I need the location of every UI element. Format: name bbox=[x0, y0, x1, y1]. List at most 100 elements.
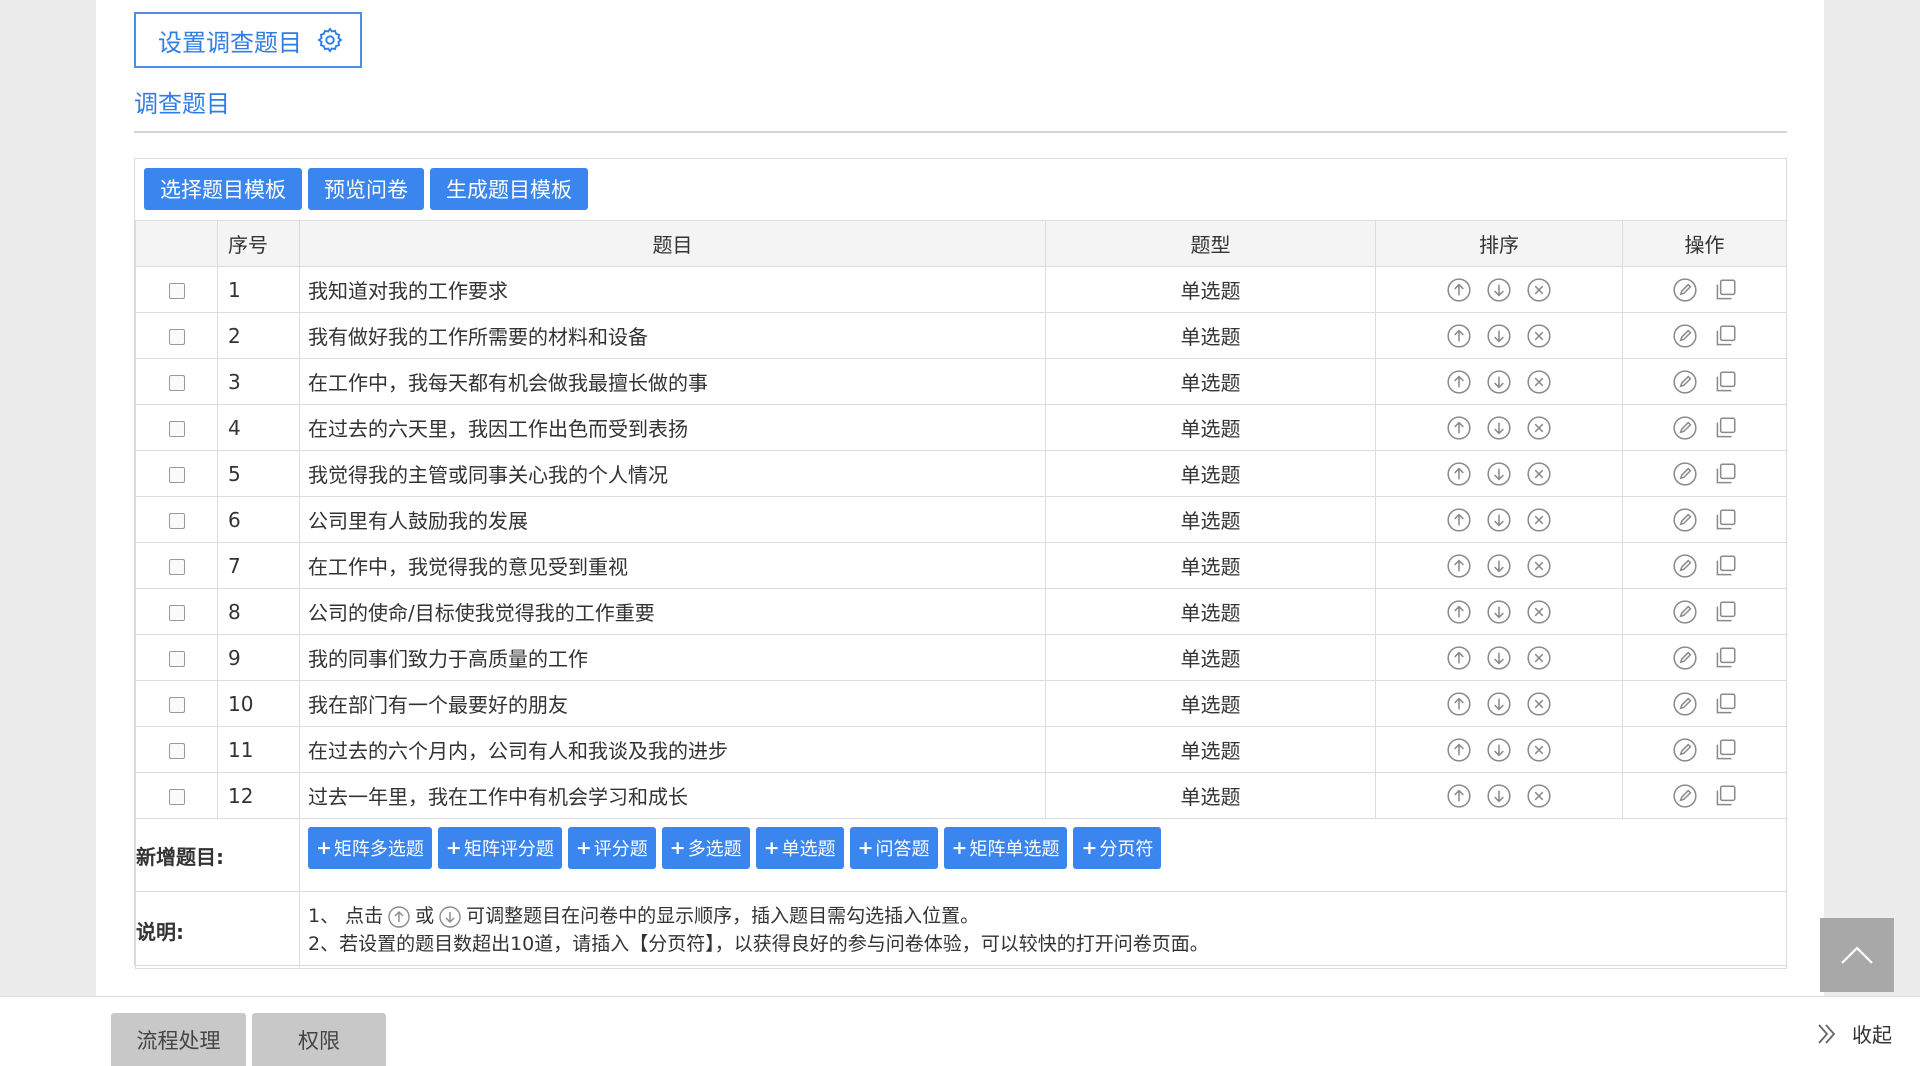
preview-button[interactable]: 预览问卷 bbox=[308, 168, 424, 210]
close-circle-icon[interactable] bbox=[1526, 691, 1552, 717]
row-checkbox[interactable] bbox=[168, 329, 185, 345]
copy-icon[interactable] bbox=[1712, 507, 1738, 533]
edit-icon[interactable] bbox=[1672, 737, 1698, 763]
arrow-up-circle-icon[interactable] bbox=[1446, 277, 1472, 303]
arrow-up-circle-icon[interactable] bbox=[1446, 323, 1472, 349]
arrow-up-circle-icon[interactable] bbox=[1446, 783, 1472, 809]
edit-icon[interactable] bbox=[1672, 783, 1698, 809]
arrow-up-circle-icon[interactable] bbox=[1446, 599, 1472, 625]
edit-icon[interactable] bbox=[1672, 415, 1698, 441]
copy-icon[interactable] bbox=[1712, 277, 1738, 303]
arrow-down-circle-icon[interactable] bbox=[1486, 507, 1512, 533]
close-circle-icon[interactable] bbox=[1526, 461, 1552, 487]
add-question-button[interactable]: + 评分题 bbox=[567, 827, 656, 869]
arrow-down-circle-icon[interactable] bbox=[1486, 369, 1512, 395]
select-template-button[interactable]: 选择题目模板 bbox=[144, 168, 302, 210]
row-checkbox[interactable] bbox=[168, 789, 185, 805]
notes-text: 1、 点击 或 可调整题目在问卷中的显示顺序，插入题目需勾选插入位置。 2、若设置的… bbox=[299, 891, 1787, 969]
row-sort-actions bbox=[1375, 358, 1623, 405]
row-checkbox[interactable] bbox=[168, 513, 185, 529]
edit-icon[interactable] bbox=[1672, 691, 1698, 717]
arrow-down-circle-icon[interactable] bbox=[1486, 783, 1512, 809]
row-question: 在工作中，我觉得我的意见受到重视 bbox=[299, 542, 1046, 589]
set-questions-button[interactable]: 设置调查题目 bbox=[134, 12, 362, 68]
arrow-down-circle-icon[interactable] bbox=[1486, 599, 1512, 625]
close-circle-icon[interactable] bbox=[1526, 737, 1552, 763]
add-question-button[interactable]: + 矩阵多选题 bbox=[308, 827, 432, 869]
close-circle-icon[interactable] bbox=[1526, 369, 1552, 395]
close-circle-icon[interactable] bbox=[1526, 553, 1552, 579]
copy-icon[interactable] bbox=[1712, 645, 1738, 671]
row-checkbox[interactable] bbox=[168, 375, 185, 391]
arrow-down-circle-icon[interactable] bbox=[1486, 415, 1512, 441]
arrow-down-circle-icon[interactable] bbox=[1486, 553, 1512, 579]
row-checkbox[interactable] bbox=[168, 559, 185, 575]
copy-icon[interactable] bbox=[1712, 553, 1738, 579]
row-checkbox[interactable] bbox=[168, 651, 185, 667]
copy-icon[interactable] bbox=[1712, 691, 1738, 717]
copy-icon[interactable] bbox=[1712, 461, 1738, 487]
close-circle-icon[interactable] bbox=[1526, 599, 1552, 625]
add-question-button[interactable]: + 问答题 bbox=[849, 827, 938, 869]
edit-icon[interactable] bbox=[1672, 323, 1698, 349]
edit-icon[interactable] bbox=[1672, 461, 1698, 487]
row-checkbox[interactable] bbox=[168, 421, 185, 437]
arrow-up-circle-icon[interactable] bbox=[1446, 553, 1472, 579]
arrow-up-circle-icon[interactable] bbox=[1446, 415, 1472, 441]
back-to-top-button[interactable] bbox=[1820, 918, 1894, 992]
add-question-button[interactable]: + 矩阵单选题 bbox=[943, 827, 1068, 869]
close-circle-icon[interactable] bbox=[1526, 415, 1552, 441]
tab-permission[interactable]: 权限 bbox=[252, 1013, 386, 1066]
add-question-button-label: 问答题 bbox=[875, 839, 930, 860]
row-checkbox[interactable] bbox=[168, 743, 185, 759]
copy-icon[interactable] bbox=[1712, 369, 1738, 395]
row-checkbox[interactable] bbox=[168, 467, 185, 483]
arrow-down-circle-icon[interactable] bbox=[1486, 691, 1512, 717]
edit-icon[interactable] bbox=[1672, 369, 1698, 395]
add-question-button[interactable]: + 单选题 bbox=[755, 827, 844, 869]
add-question-button[interactable]: + 多选题 bbox=[661, 827, 750, 869]
header-checkbox bbox=[135, 220, 218, 267]
arrow-up-circle-icon[interactable] bbox=[1446, 369, 1472, 395]
add-question-button-label: 多选题 bbox=[687, 839, 742, 860]
add-question-button[interactable]: + 矩阵评分题 bbox=[437, 827, 562, 869]
edit-icon[interactable] bbox=[1672, 599, 1698, 625]
copy-icon[interactable] bbox=[1712, 323, 1738, 349]
edit-icon[interactable] bbox=[1672, 277, 1698, 303]
row-checkbox[interactable] bbox=[168, 697, 185, 713]
copy-icon[interactable] bbox=[1712, 737, 1738, 763]
plus-icon: + bbox=[951, 837, 968, 859]
arrow-up-circle-icon[interactable] bbox=[1446, 691, 1472, 717]
arrow-down-circle-icon bbox=[439, 905, 461, 928]
row-question: 公司的使命/目标使我觉得我的工作重要 bbox=[299, 588, 1046, 635]
copy-icon[interactable] bbox=[1712, 599, 1738, 625]
close-circle-icon[interactable] bbox=[1526, 783, 1552, 809]
generate-template-button[interactable]: 生成题目模板 bbox=[430, 168, 588, 210]
add-question-button[interactable]: + 分页符 bbox=[1073, 827, 1162, 869]
arrow-up-circle-icon[interactable] bbox=[1446, 507, 1472, 533]
edit-icon[interactable] bbox=[1672, 553, 1698, 579]
row-operations bbox=[1622, 634, 1787, 681]
close-circle-icon[interactable] bbox=[1526, 323, 1552, 349]
row-checkbox[interactable] bbox=[168, 605, 185, 621]
row-type: 单选题 bbox=[1045, 404, 1376, 451]
close-circle-icon[interactable] bbox=[1526, 277, 1552, 303]
close-circle-icon[interactable] bbox=[1526, 645, 1552, 671]
edit-icon[interactable] bbox=[1672, 645, 1698, 671]
arrow-down-circle-icon[interactable] bbox=[1486, 645, 1512, 671]
arrow-down-circle-icon[interactable] bbox=[1486, 461, 1512, 487]
arrow-up-circle-icon[interactable] bbox=[1446, 645, 1472, 671]
arrow-down-circle-icon[interactable] bbox=[1486, 277, 1512, 303]
copy-icon[interactable] bbox=[1712, 783, 1738, 809]
arrow-up-circle-icon[interactable] bbox=[1446, 461, 1472, 487]
arrow-down-circle-icon[interactable] bbox=[1486, 737, 1512, 763]
collapse-button[interactable]: 收起 bbox=[1814, 1019, 1892, 1048]
arrow-down-circle-icon[interactable] bbox=[1486, 323, 1512, 349]
row-checkbox-cell bbox=[135, 726, 218, 773]
row-checkbox[interactable] bbox=[168, 283, 185, 299]
close-circle-icon[interactable] bbox=[1526, 507, 1552, 533]
edit-icon[interactable] bbox=[1672, 507, 1698, 533]
arrow-up-circle-icon[interactable] bbox=[1446, 737, 1472, 763]
tab-process[interactable]: 流程处理 bbox=[111, 1013, 246, 1066]
copy-icon[interactable] bbox=[1712, 415, 1738, 441]
